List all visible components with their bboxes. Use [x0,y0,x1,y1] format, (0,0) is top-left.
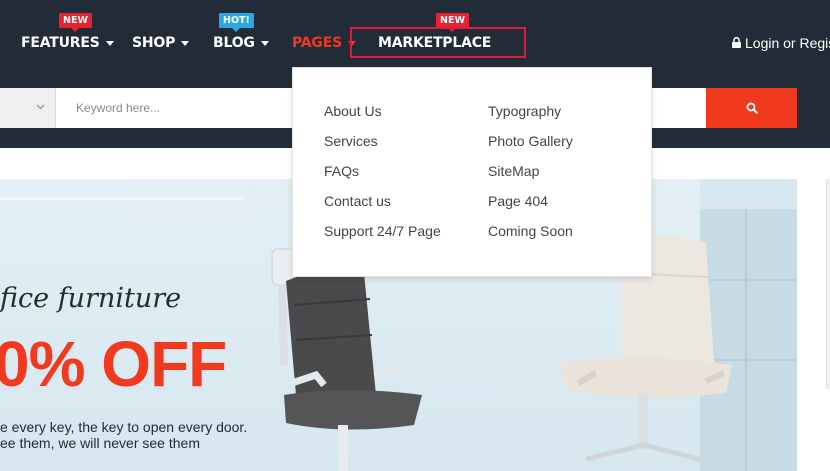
menu-item-faqs[interactable]: FAQs [324,163,441,193]
search-button[interactable] [706,88,797,128]
category-select[interactable] [0,88,56,128]
nav-item-label: BLOG [213,35,255,51]
nav-item-pages[interactable]: PAGES [292,34,356,52]
hero-divider [0,197,245,200]
nav-item-blog[interactable]: BLOG [213,34,269,52]
menu-item-support[interactable]: Support 24/7 Page [324,223,441,253]
new-badge: NEW [436,13,469,32]
nav-item-features[interactable]: FEATURES [21,34,114,52]
search-icon [746,102,758,114]
nav-item-label: SHOP [132,35,176,51]
menu-item-about-us[interactable]: About Us [324,103,441,133]
caret-down-icon [105,41,114,46]
caret-down-icon [260,41,269,46]
hero-script-title: fice furniture [0,283,182,314]
login-label: Login or Regis [745,35,830,51]
caret-down-icon [181,41,190,46]
menu-item-photo-gallery[interactable]: Photo Gallery [488,133,573,163]
menu-item-page-404[interactable]: Page 404 [488,193,573,223]
hero-discount: 0% OFF [0,328,227,400]
menu-item-services[interactable]: Services [324,133,441,163]
menu-item-coming-soon[interactable]: Coming Soon [488,223,573,253]
chevron-down-icon [36,104,45,110]
nav-item-shop[interactable]: SHOP [132,34,190,52]
dropdown-column: Typography Photo Gallery SiteMap Page 40… [488,103,573,253]
pages-dropdown-menu: About Us Services FAQs Contact us Suppor… [292,67,652,277]
hot-badge: HOT! [219,13,254,32]
nav-item-label: PAGES [292,35,342,51]
nav-item-label: FEATURES [21,35,100,51]
new-badge: NEW [59,13,92,32]
hero-tagline: e every key, the key to open every door. [0,419,248,435]
side-banner-edge [826,179,830,389]
hero-tagline: ee them, we will never see them [0,435,200,451]
menu-item-typography[interactable]: Typography [488,103,573,133]
login-link[interactable]: Login or Regis [732,35,830,51]
highlight-box [350,27,526,58]
dark-office-chair-image [271,248,422,471]
menu-item-sitemap[interactable]: SiteMap [488,163,573,193]
lock-icon [732,36,741,48]
menu-item-contact-us[interactable]: Contact us [324,193,441,223]
dropdown-column: About Us Services FAQs Contact us Suppor… [324,103,441,253]
